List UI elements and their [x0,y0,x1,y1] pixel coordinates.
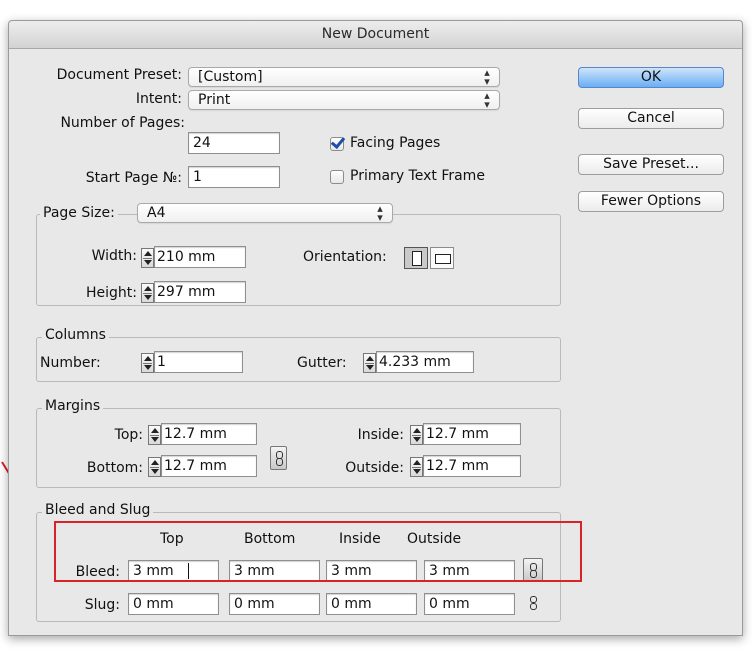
stepper-icon[interactable] [410,425,423,445]
columns-number-label: Number: [40,355,101,371]
start-page-label: Start Page №: [85,170,182,186]
number-of-pages-value: 24 [193,135,211,151]
margin-inside-label: Inside: [357,427,404,443]
margin-inside-value: 12.7 mm [426,426,489,442]
stepper-icon[interactable] [363,353,376,373]
margin-top-value: 12.7 mm [164,426,227,442]
margin-top-field[interactable]: 12.7 mm [161,423,257,445]
stepper-icon[interactable] [141,248,154,268]
slug-inside-field[interactable]: 0 mm [326,593,417,615]
portrait-orientation-icon[interactable] [404,247,428,269]
ok-button[interactable]: OK [578,67,724,88]
slug-bottom-field[interactable]: 0 mm [229,593,320,615]
height-value: 297 mm [157,284,216,300]
number-of-pages-label: Number of Pages: [60,115,185,131]
page-size-label: Page Size: [40,205,118,221]
slug-top-field[interactable]: 0 mm [128,593,219,615]
popup-arrows-icon: ▴ ▾ [484,66,490,88]
margin-inside-field[interactable]: 12.7 mm [423,423,521,445]
height-label: Height: [86,285,137,301]
landscape-orientation-icon[interactable] [430,247,454,269]
stepper-icon[interactable] [148,425,161,445]
margin-outside-value: 12.7 mm [426,458,489,474]
start-page-value: 1 [193,169,202,185]
slug-outside-value: 0 mm [429,596,470,612]
orientation-label: Orientation: [303,249,387,265]
intent-dropdown[interactable]: Print ▴ ▾ [188,90,500,110]
title-bar: New Document [9,21,742,49]
chain-link-icon[interactable] [526,593,541,613]
document-preset-label: Document Preset: [56,67,182,83]
width-label: Width: [91,248,137,264]
slug-outside-field[interactable]: 0 mm [424,593,515,615]
facing-pages-checkbox[interactable] [330,137,344,151]
margin-top-label: Top: [114,427,143,443]
height-field[interactable]: 297 mm [154,281,246,303]
gutter-label: Gutter: [297,355,347,371]
margins-legend: Margins [42,398,104,414]
columns-number-field[interactable]: 1 [154,351,243,373]
width-value: 210 mm [157,249,216,265]
slug-bottom-value: 0 mm [234,596,275,612]
gutter-field[interactable]: 4.233 mm [376,351,474,373]
slug-label: Slug: [84,597,120,613]
popup-arrows-icon: ▴ ▾ [484,89,490,111]
page-size-value: A4 [147,205,166,221]
margin-outside-field[interactable]: 12.7 mm [423,455,521,477]
stepper-icon[interactable] [141,353,154,373]
gutter-value: 4.233 mm [379,354,451,370]
window-title: New Document [321,26,430,42]
primary-text-frame-checkbox[interactable] [330,170,344,184]
number-of-pages-field[interactable]: 24 [188,132,280,154]
slug-top-value: 0 mm [133,596,174,612]
cancel-button[interactable]: Cancel [578,108,724,129]
facing-pages-label: Facing Pages [350,135,441,151]
slug-inside-value: 0 mm [331,596,372,612]
document-preset-dropdown[interactable]: [Custom] ▴ ▾ [188,67,500,87]
margin-outside-label: Outside: [345,460,404,476]
stepper-icon[interactable] [410,457,423,477]
margin-bottom-label: Bottom: [86,460,143,476]
margin-bottom-value: 12.7 mm [164,458,227,474]
document-preset-value: [Custom] [198,69,263,85]
save-preset-button[interactable]: Save Preset... [578,154,724,175]
stepper-icon[interactable] [141,283,154,303]
start-page-field[interactable]: 1 [188,166,280,188]
page-size-dropdown[interactable]: A4 ▴ ▾ [137,203,393,223]
margin-bottom-field[interactable]: 12.7 mm [161,455,257,477]
columns-legend: Columns [42,327,109,343]
columns-number-value: 1 [157,354,166,370]
bleed-highlight-box [54,521,582,582]
chain-link-icon[interactable] [270,446,287,470]
primary-text-frame-label: Primary Text Frame [350,168,485,184]
stepper-icon[interactable] [148,457,161,477]
width-field[interactable]: 210 mm [154,246,246,268]
intent-value: Print [198,92,231,108]
fewer-options-button[interactable]: Fewer Options [578,191,724,212]
popup-arrows-icon: ▴ ▾ [377,202,383,224]
intent-label: Intent: [135,91,182,107]
bleed-slug-legend: Bleed and Slug [42,502,154,518]
